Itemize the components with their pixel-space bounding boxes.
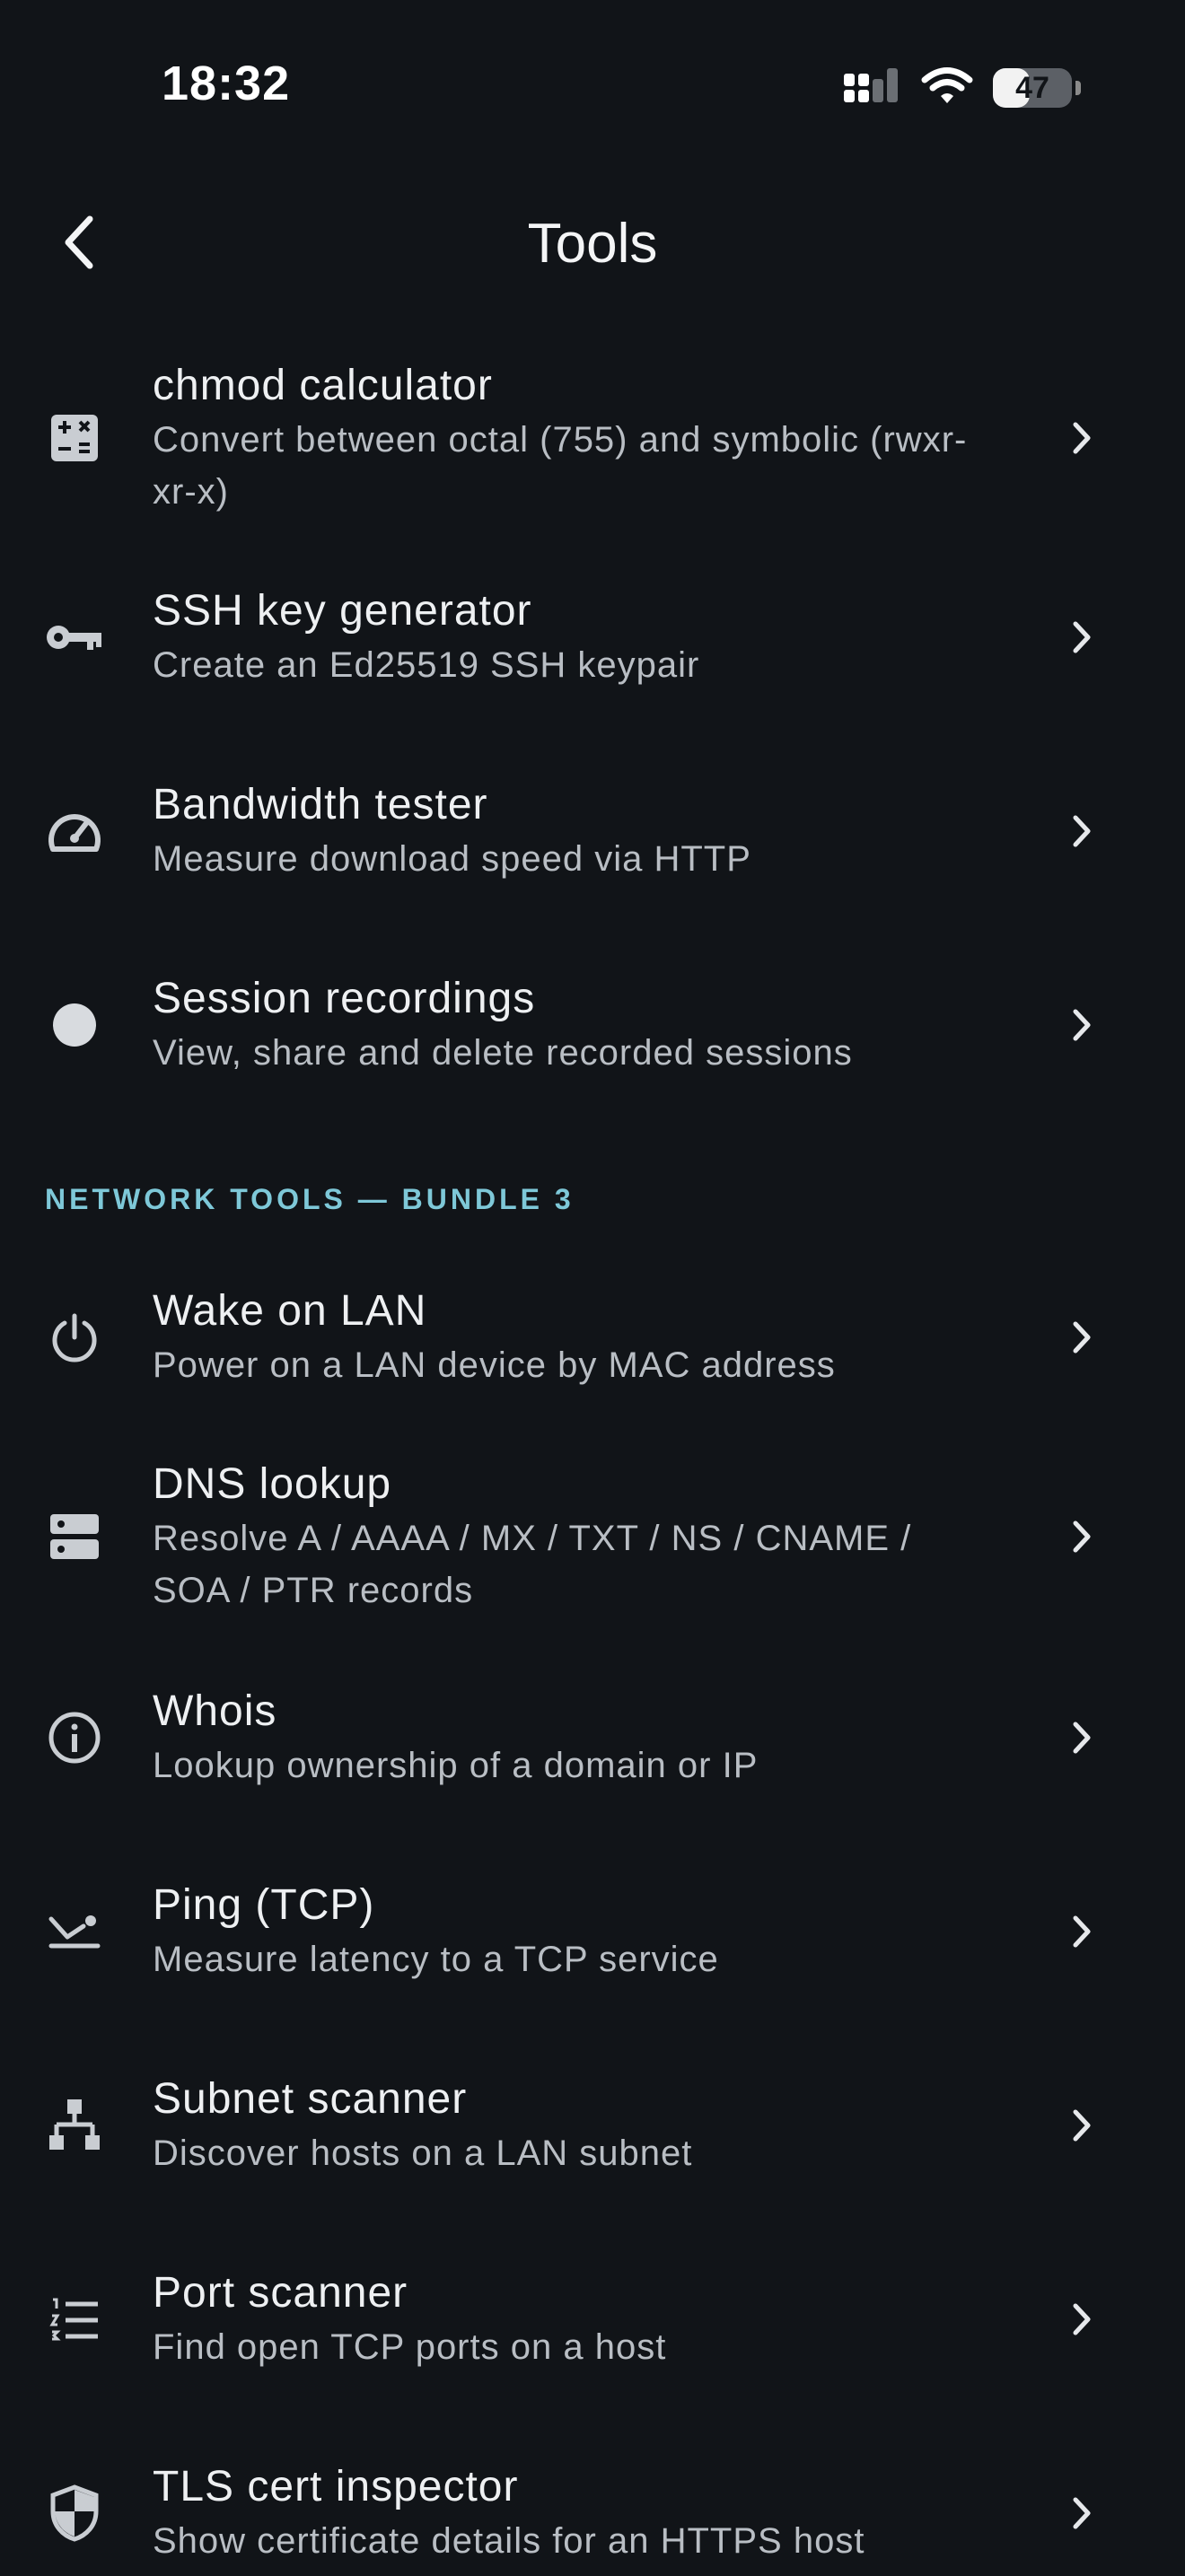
tool-ping-tcp[interactable]: Ping (TCP) Measure latency to a TCP serv…: [0, 1869, 1185, 1994]
tool-dns-lookup[interactable]: DNS lookup Resolve A / AAAA / MX / TXT /…: [0, 1447, 1185, 1626]
chevron-right-icon: [1059, 809, 1104, 854]
tool-description: Resolve A / AAAA / MX / TXT / NS / CNAME…: [153, 1519, 912, 1610]
tool-bandwidth-tester[interactable]: Bandwidth tester Measure download speed …: [0, 768, 1185, 894]
shield-icon: [40, 2478, 110, 2548]
tool-description: Measure latency to a TCP service: [153, 1940, 719, 1979]
tool-label: Subnet scanner: [153, 2075, 468, 2123]
cellular-signal-icon: [842, 66, 901, 110]
tool-label: Port scanner: [153, 2269, 408, 2317]
status-bar: 18:32 47: [0, 0, 1185, 171]
tool-description: Find open TCP ports on a host: [153, 2327, 667, 2367]
tool-session-recordings[interactable]: Session recordings View, share and delet…: [0, 962, 1185, 1088]
dns-icon: [40, 1502, 110, 1572]
tool-chmod-calculator[interactable]: chmod calculator Convert between octal (…: [0, 348, 1185, 528]
status-icons: 47: [842, 63, 1081, 113]
tool-description: Discover hosts on a LAN subnet: [153, 2134, 693, 2173]
ping-icon: [40, 1897, 110, 1967]
chevron-right-icon: [1059, 1315, 1104, 1360]
tool-wake-on-lan[interactable]: Wake on LAN Power on a LAN device by MAC…: [0, 1275, 1185, 1400]
battery-cap: [1075, 81, 1081, 95]
tool-description: Show certificate details for an HTTPS ho…: [153, 2521, 865, 2561]
tool-label: Bandwidth tester: [153, 781, 488, 828]
tool-description: Create an Ed25519 SSH keypair: [153, 645, 700, 685]
tool-tls-cert-inspector[interactable]: TLS cert inspector Show certificate deta…: [0, 2450, 1185, 2576]
record-icon: [40, 990, 110, 1060]
page-title: Tools: [527, 213, 658, 275]
chevron-right-icon: [1059, 1909, 1104, 1954]
power-icon: [40, 1302, 110, 1372]
calculator-icon: [40, 403, 110, 473]
tool-label: TLS cert inspector: [153, 2463, 519, 2510]
status-time: 18:32: [162, 57, 291, 110]
chevron-right-icon: [1059, 1003, 1104, 1047]
speedometer-icon: [40, 796, 110, 866]
numbered-list-icon: [40, 2284, 110, 2354]
tool-whois[interactable]: Whois Lookup ownership of a domain or IP: [0, 1675, 1185, 1801]
tool-description: View, share and delete recorded sessions: [153, 1033, 853, 1073]
chevron-right-icon: [1059, 416, 1104, 460]
tool-subnet-scanner[interactable]: Subnet scanner Discover hosts on a LAN s…: [0, 2063, 1185, 2188]
tool-port-scanner[interactable]: Port scanner Find open TCP ports on a ho…: [0, 2256, 1185, 2382]
tool-ssh-key-generator[interactable]: SSH key generator Create an Ed25519 SSH …: [0, 574, 1185, 700]
tool-description: Power on a LAN device by MAC address: [153, 1345, 836, 1385]
tool-label: chmod calculator: [153, 362, 493, 409]
chevron-right-icon: [1059, 615, 1104, 660]
chevron-right-icon: [1059, 1514, 1104, 1559]
key-icon: [40, 602, 110, 672]
wifi-icon: [921, 66, 973, 110]
chevron-right-icon: [1059, 2491, 1104, 2536]
tool-description: Convert between octal (755) and symbolic…: [153, 420, 968, 512]
chevron-right-icon: [1059, 1715, 1104, 1760]
tool-description: Lookup ownership of a domain or IP: [153, 1746, 759, 1785]
info-icon: [40, 1703, 110, 1773]
chevron-right-icon: [1059, 2103, 1104, 2148]
section-header-network-tools: NETWORK TOOLS — BUNDLE 3: [45, 1183, 575, 1215]
tool-label: Wake on LAN: [153, 1287, 427, 1335]
tool-label: DNS lookup: [153, 1460, 392, 1508]
tool-label: Session recordings: [153, 975, 536, 1022]
battery-indicator: 47: [993, 68, 1072, 108]
network-tree-icon: [40, 2090, 110, 2160]
tool-label: Ping (TCP): [153, 1881, 375, 1929]
battery-percent: 47: [1015, 70, 1049, 105]
header: Tools: [0, 188, 1185, 296]
chevron-right-icon: [1059, 2297, 1104, 2342]
tool-label: Whois: [153, 1687, 277, 1735]
tool-label: SSH key generator: [153, 587, 532, 635]
tool-description: Measure download speed via HTTP: [153, 839, 751, 879]
